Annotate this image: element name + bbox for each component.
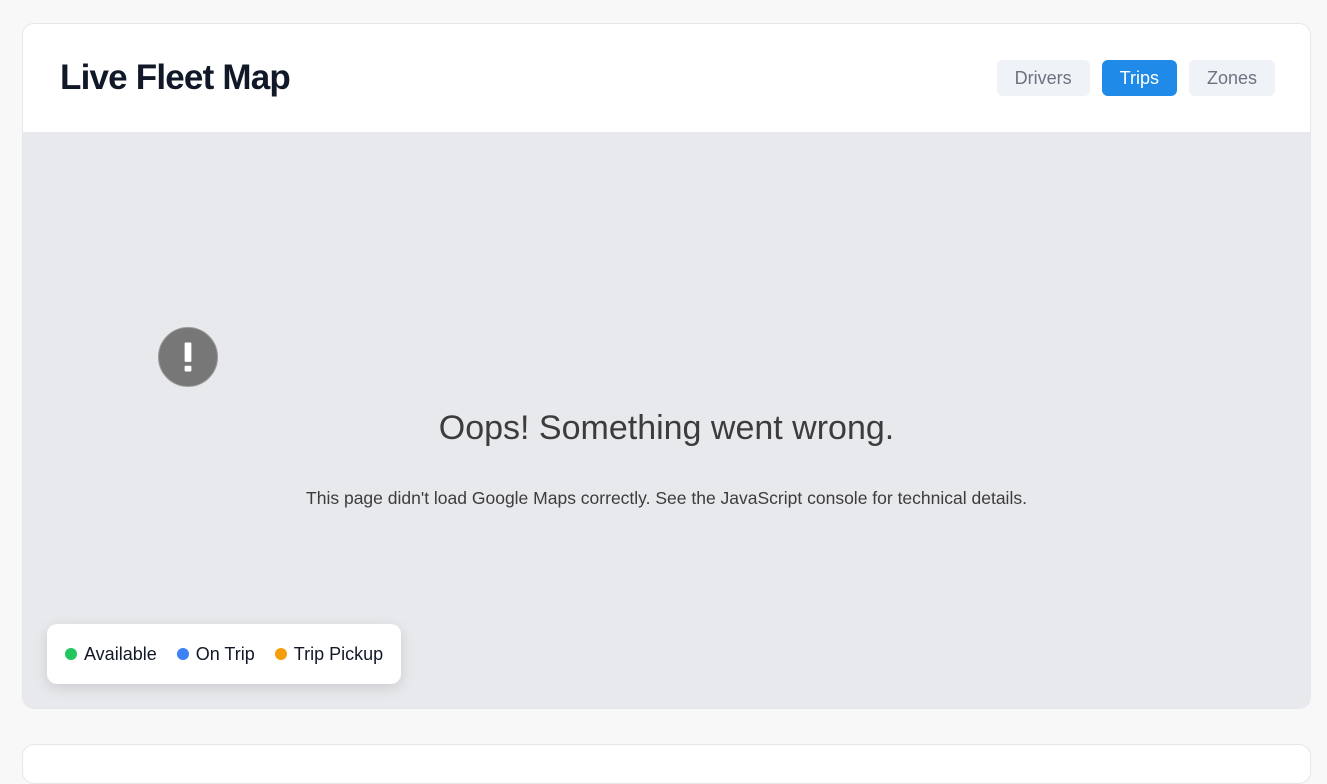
tab-zones[interactable]: Zones: [1188, 60, 1275, 96]
available-dot-icon: [65, 648, 77, 660]
on-trip-dot-icon: [176, 648, 189, 660]
map-container[interactable]: Oops! Something went wrong. This page di…: [23, 132, 1310, 708]
exclamation-icon: [184, 342, 192, 372]
legend-item-trip-pickup: Trip Pickup: [274, 643, 384, 665]
legend-item-available: Available: [65, 644, 157, 665]
legend-item-on-trip: On Trip: [176, 643, 255, 665]
fleet-map-card: Live Fleet Map Drivers Trips Zones Oops!…: [22, 23, 1311, 709]
card-header: Live Fleet Map Drivers Trips Zones: [23, 24, 1310, 132]
trip-pickup-dot-icon: [274, 648, 287, 660]
view-tabs: Drivers Trips Zones: [996, 60, 1275, 96]
legend-label: Trip Pickup: [293, 643, 384, 664]
tab-drivers[interactable]: Drivers: [996, 60, 1090, 96]
tab-trips[interactable]: Trips: [1101, 60, 1177, 96]
page-title: Live Fleet Map: [60, 58, 291, 97]
error-title: Oops! Something went wrong.: [438, 409, 895, 447]
legend-label: Available: [84, 643, 157, 664]
error-icon: [158, 327, 218, 387]
legend-label: On Trip: [195, 643, 255, 664]
map-legend: Available On Trip Trip Pickup: [47, 624, 402, 684]
error-message: This page didn't load Google Maps correc…: [306, 488, 1027, 508]
secondary-card: [22, 744, 1311, 784]
